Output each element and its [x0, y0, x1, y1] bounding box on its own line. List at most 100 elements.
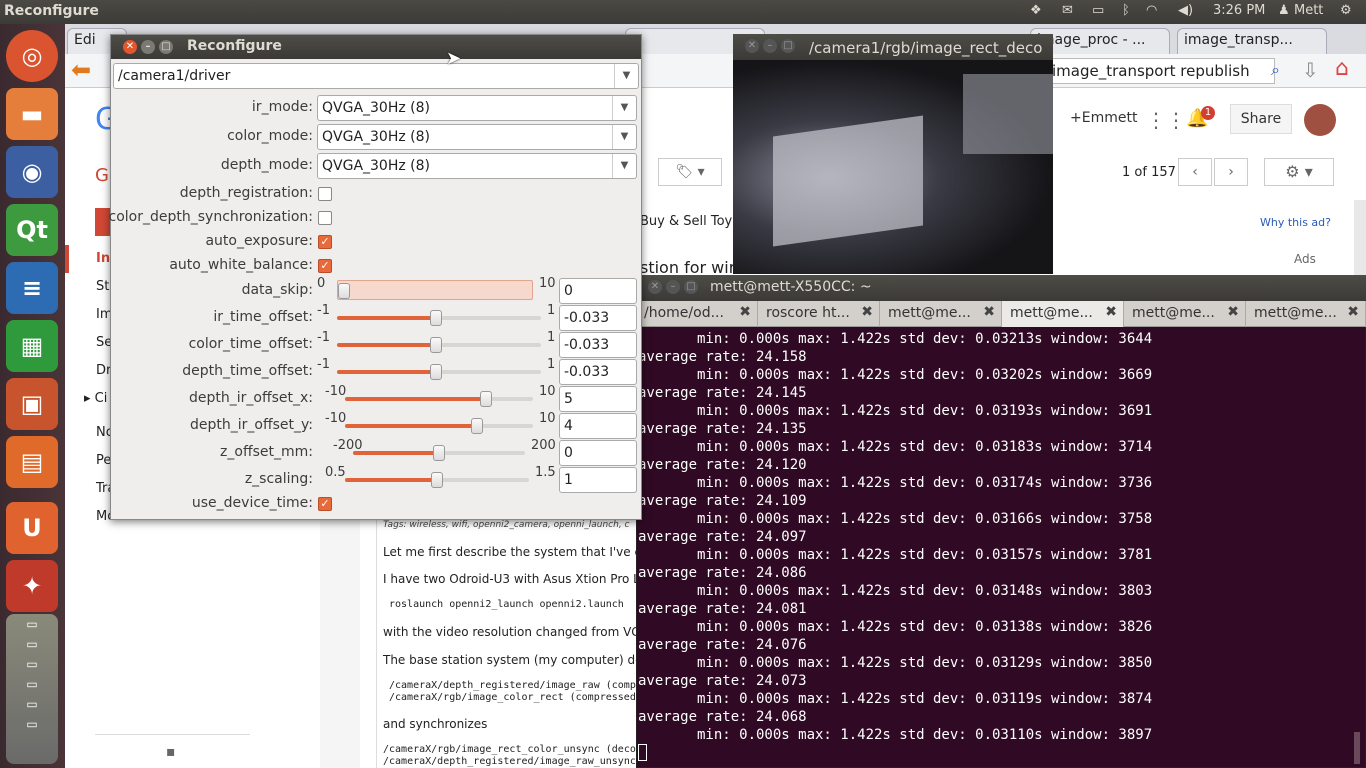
terminal-titlebar[interactable]: ✕ – □ mett@mett-X550CC: ~: [636, 275, 1366, 301]
why-ad-link[interactable]: Why this ad?: [1260, 216, 1331, 229]
param-label: depth_registration:: [179, 185, 313, 201]
post-line: I have two Odroid-U3 with Asus Xtion Pro…: [383, 572, 636, 586]
ubuntu-dash-icon[interactable]: ◎: [6, 30, 58, 82]
clock[interactable]: 3:26 PM: [1213, 3, 1265, 18]
slider-handle[interactable]: [429, 310, 442, 326]
param-slider[interactable]: [337, 280, 533, 300]
ubuntu-one-icon[interactable]: U: [6, 502, 58, 554]
param-value-field[interactable]: -0.033: [559, 359, 637, 385]
next-page-button[interactable]: ›: [1214, 158, 1248, 186]
param-slider[interactable]: [345, 418, 533, 434]
writer-icon[interactable]: ≡: [6, 262, 58, 314]
chat-icon[interactable]: ▪: [166, 744, 176, 760]
param-slider[interactable]: [337, 310, 541, 326]
slider-fill: [353, 451, 439, 455]
back-arrow-icon[interactable]: ⬅: [71, 56, 91, 84]
param-combo[interactable]: QVGA_30Hz (8) ▼: [317, 95, 637, 121]
account-link[interactable]: +Emmett: [1070, 110, 1137, 126]
settings-gear-icon[interactable]: ⚙: [1340, 3, 1352, 18]
slider-handle[interactable]: [429, 337, 442, 353]
param-slider[interactable]: [337, 364, 541, 380]
sidebar-item[interactable]: St: [96, 279, 109, 294]
close-icon[interactable]: ✖: [739, 304, 751, 320]
param-value-field[interactable]: 5: [559, 386, 637, 412]
system-settings-icon[interactable]: ✦: [6, 560, 58, 612]
close-icon[interactable]: ✖: [1227, 304, 1239, 320]
impress-icon[interactable]: ▣: [6, 378, 58, 430]
param-combo[interactable]: QVGA_30Hz (8) ▼: [317, 153, 637, 179]
param-value-field[interactable]: -0.033: [559, 332, 637, 358]
slider-handle[interactable]: [429, 364, 442, 380]
param-checkbox[interactable]: [318, 187, 332, 201]
calc-icon[interactable]: ▦: [6, 320, 58, 372]
slider-handle[interactable]: [338, 283, 350, 299]
search-icon[interactable]: ⌕: [1271, 60, 1280, 80]
close-icon[interactable]: ✖: [1105, 304, 1117, 320]
param-checkbox[interactable]: ✓: [318, 259, 332, 273]
user-icon[interactable]: ♟: [1278, 3, 1290, 18]
home-icon[interactable]: ⌂: [1335, 56, 1349, 81]
minimize-icon[interactable]: –: [666, 280, 680, 294]
image-view-titlebar[interactable]: ✕ – □ /camera1/rgb/image_rect_deco: [733, 34, 1053, 60]
terminal-output[interactable]: min: 0.000s max: 1.422s std dev: 0.03213…: [638, 330, 1362, 766]
close-icon[interactable]: ✖: [983, 304, 995, 320]
firefox-icon[interactable]: ◉: [6, 146, 58, 198]
terminal-tab-active[interactable]: mett@me... ✖: [1002, 301, 1124, 327]
files-icon[interactable]: ▬: [6, 88, 58, 140]
software-center-icon[interactable]: ▤: [6, 436, 58, 488]
slider-handle[interactable]: [470, 418, 483, 434]
download-icon[interactable]: ⇩: [1302, 58, 1319, 82]
terminal-tab[interactable]: roscore ht... ✖: [758, 301, 880, 327]
search-field[interactable]: image_transport republish: [1045, 58, 1275, 84]
page-scrollbar[interactable]: [1354, 200, 1366, 275]
terminal-tab[interactable]: mett@me... ✖: [1124, 301, 1246, 327]
maximize-icon[interactable]: □: [781, 39, 795, 53]
volume-icon[interactable]: ◀): [1178, 3, 1193, 18]
terminal-scrollbar[interactable]: [1354, 732, 1360, 764]
terminal-tab[interactable]: /home/od... ✖: [636, 301, 758, 327]
param-value-field[interactable]: 1: [559, 467, 637, 493]
terminal-line: average rate: 24.076: [638, 637, 807, 653]
close-icon[interactable]: ✕: [745, 39, 759, 53]
close-icon[interactable]: ✖: [861, 304, 873, 320]
slider-handle[interactable]: [433, 445, 445, 461]
apps-grid-icon[interactable]: ⋮⋮: [1146, 108, 1186, 132]
sidebar-item[interactable]: ▸ Ci: [84, 391, 107, 406]
post-line: Let me first describe the system that I'…: [383, 545, 636, 559]
qt-creator-icon[interactable]: Qt: [6, 204, 58, 256]
param-checkbox[interactable]: [318, 211, 332, 225]
battery-icon[interactable]: ▭: [1092, 3, 1104, 18]
param-slider[interactable]: [345, 472, 529, 488]
share-button[interactable]: Share: [1230, 104, 1292, 134]
workspace-stack-icon[interactable]: ▭ ▭ ▭ ▭ ▭ ▭: [6, 614, 58, 764]
param-slider[interactable]: [337, 337, 541, 353]
ad-text[interactable]: Buy & Sell Toyo: [640, 214, 740, 229]
maximize-icon[interactable]: □: [684, 280, 698, 294]
label-tag-icon[interactable]: 🏷 ▾: [658, 158, 722, 186]
param-combo[interactable]: QVGA_30Hz (8) ▼: [317, 124, 637, 150]
close-icon[interactable]: ✕: [648, 280, 662, 294]
param-value-field[interactable]: 0: [559, 278, 637, 304]
prev-page-button[interactable]: ‹: [1178, 158, 1212, 186]
param-checkbox[interactable]: ✓: [318, 235, 332, 249]
param-value-field[interactable]: 0: [559, 440, 637, 466]
terminal-tab[interactable]: mett@me... ✖: [880, 301, 1002, 327]
slider-handle[interactable]: [431, 472, 443, 488]
bluetooth-icon[interactable]: ᛒ: [1122, 3, 1130, 18]
wifi-icon[interactable]: ◠: [1146, 3, 1157, 18]
avatar[interactable]: [1304, 104, 1336, 136]
param-value-field[interactable]: -0.033: [559, 305, 637, 331]
terminal-tab[interactable]: mett@me... ✖: [1246, 301, 1366, 327]
param-slider[interactable]: [353, 445, 525, 461]
param-checkbox[interactable]: ✓: [318, 497, 332, 511]
param-value-field[interactable]: 4: [559, 413, 637, 439]
mail-icon[interactable]: ✉: [1062, 3, 1073, 18]
chrome-tab[interactable]: image_transp...: [1177, 28, 1327, 54]
slider-handle[interactable]: [480, 391, 492, 407]
close-icon[interactable]: ✖: [1347, 304, 1359, 320]
param-slider[interactable]: [345, 391, 533, 407]
settings-gear-icon[interactable]: ⚙ ▾: [1264, 158, 1334, 186]
minimize-icon[interactable]: –: [763, 39, 777, 53]
user-name[interactable]: Mett: [1294, 3, 1323, 18]
dropbox-icon[interactable]: ❖: [1030, 3, 1042, 18]
